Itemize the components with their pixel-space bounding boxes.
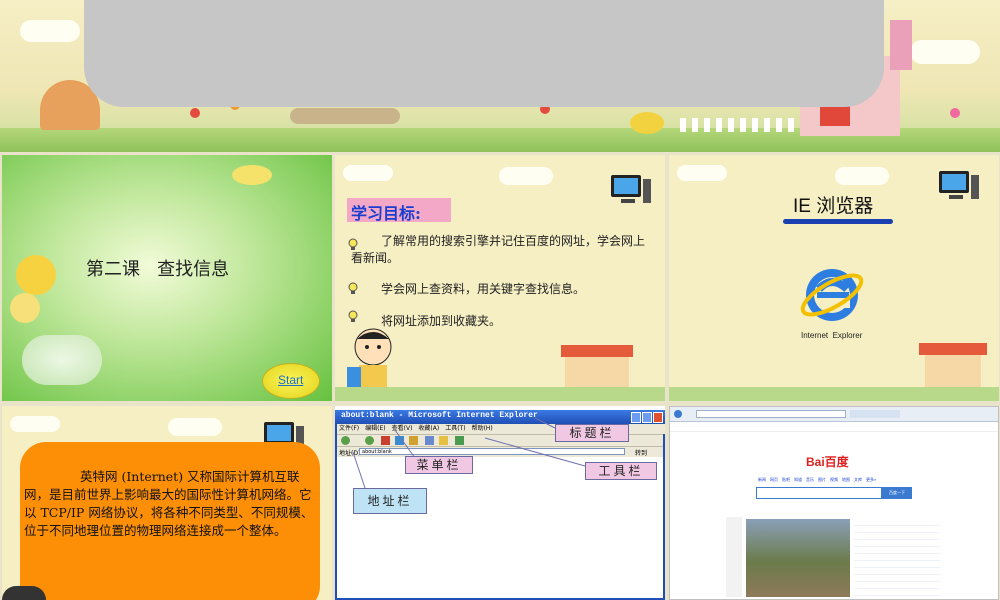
grass-strip — [335, 387, 665, 401]
nav-link[interactable]: 知道 — [794, 477, 802, 483]
banner-gray-panel — [84, 0, 884, 107]
callout-title-bar: 标题栏 — [555, 424, 629, 442]
lightbulb-icon — [347, 279, 359, 294]
definition-box: 英特网 (Internet) 又称国际计算机互联网，是目前世界上影响最大的国际性… — [20, 442, 320, 600]
browser-chrome — [670, 407, 998, 422]
flower-decoration — [950, 108, 960, 118]
slide-ie-window[interactable]: about:blank - Microsoft Internet Explore… — [335, 406, 665, 600]
flower-decoration — [232, 165, 272, 185]
cloud-decoration — [343, 165, 393, 181]
nav-link[interactable]: 地图 — [842, 477, 850, 483]
slide-internet-definition[interactable]: 英特网 (Internet) 又称国际计算机互联网，是目前世界上影响最大的国际性… — [2, 406, 332, 600]
cloud-decoration — [835, 167, 889, 185]
bird-decoration — [630, 112, 664, 134]
side-panel — [726, 517, 742, 597]
address-input[interactable] — [696, 410, 846, 418]
nav-link[interactable]: 文库 — [854, 477, 862, 483]
start-button-label: Start — [278, 373, 304, 387]
slide-ie-browser[interactable]: IE 浏览器 Internet Explorer — [669, 155, 999, 401]
baidu-logo: Bai百度 — [806, 455, 849, 469]
chimney-decoration — [890, 20, 912, 70]
roof-decoration — [561, 345, 633, 357]
computer-icon — [935, 169, 981, 205]
nav-link[interactable]: 音乐 — [806, 477, 814, 483]
nav-link[interactable]: 更多» — [866, 477, 876, 483]
bridge-decoration — [290, 108, 400, 124]
ie-title: IE 浏览器 — [793, 196, 874, 217]
ie-logo-icon — [797, 259, 867, 329]
baidu-top-links — [670, 421, 998, 432]
flower-decoration — [190, 108, 200, 118]
back-icon[interactable] — [674, 410, 682, 418]
nav-link[interactable]: 新闻 — [758, 477, 766, 483]
bubble-decoration — [22, 335, 102, 385]
nav-link[interactable]: 图片 — [818, 477, 826, 483]
cloud-decoration — [10, 416, 60, 432]
browser-tab[interactable] — [850, 410, 900, 418]
nav-link[interactable]: 网页 — [770, 477, 778, 483]
cloud-decoration — [168, 418, 222, 436]
slide-baidu-page[interactable]: Bai百度 新闻 网页 贴吧 知道 音乐 图片 视频 地图 文库 更多» 百度一… — [669, 406, 999, 600]
nav-link[interactable]: 视频 — [830, 477, 838, 483]
baidu-search-button[interactable]: 百度一下 — [882, 487, 912, 499]
flower-decoration — [10, 293, 40, 323]
title-underline — [783, 219, 893, 224]
avatar — [2, 586, 46, 600]
baidu-nav: 新闻 网页 贴吧 知道 音乐 图片 视频 地图 文库 更多» — [758, 477, 876, 483]
ie-logo-caption: Internet Explorer — [801, 331, 863, 340]
baidu-search-input[interactable] — [756, 487, 882, 499]
goals-heading-box: 学习目标: — [347, 198, 451, 223]
goal-item: 学会网上查资料，用关键字查找信息。 — [381, 282, 586, 296]
lightbulb-icon — [347, 307, 359, 322]
cloud-decoration — [677, 165, 727, 181]
nav-link[interactable]: 贴吧 — [782, 477, 790, 483]
fence-decoration — [680, 118, 800, 132]
slide-lesson-title[interactable]: 第二课 查找信息 Start — [2, 155, 332, 401]
flower-decoration — [16, 255, 56, 295]
slide-learning-goals[interactable]: 学习目标: 了解常用的搜索引擎并记住百度的网址，学会网上看新闻。 学会网上查资料… — [335, 155, 665, 401]
news-list — [854, 519, 940, 597]
news-photo — [746, 519, 850, 597]
callout-address-bar: 地址栏 — [353, 488, 427, 514]
cloud-decoration — [20, 20, 80, 42]
callout-menu-bar: 菜单栏 — [405, 456, 473, 474]
goals-heading: 学习目标: — [351, 204, 421, 223]
grass-strip — [669, 387, 999, 401]
cloud-decoration — [910, 40, 980, 64]
start-button[interactable]: Start — [262, 363, 320, 399]
top-banner — [0, 0, 1000, 152]
cloud-decoration — [499, 167, 553, 185]
roof-decoration — [919, 343, 987, 355]
internet-definition-text: 英特网 (Internet) 又称国际计算机互联网，是目前世界上影响最大的国际性… — [24, 469, 314, 538]
lesson-title: 第二课 查找信息 — [86, 259, 230, 280]
callout-tool-bar: 工具栏 — [585, 462, 657, 480]
goal-item: 了解常用的搜索引擎并记住百度的网址，学会网上看新闻。 — [351, 234, 646, 265]
computer-icon — [607, 173, 653, 209]
